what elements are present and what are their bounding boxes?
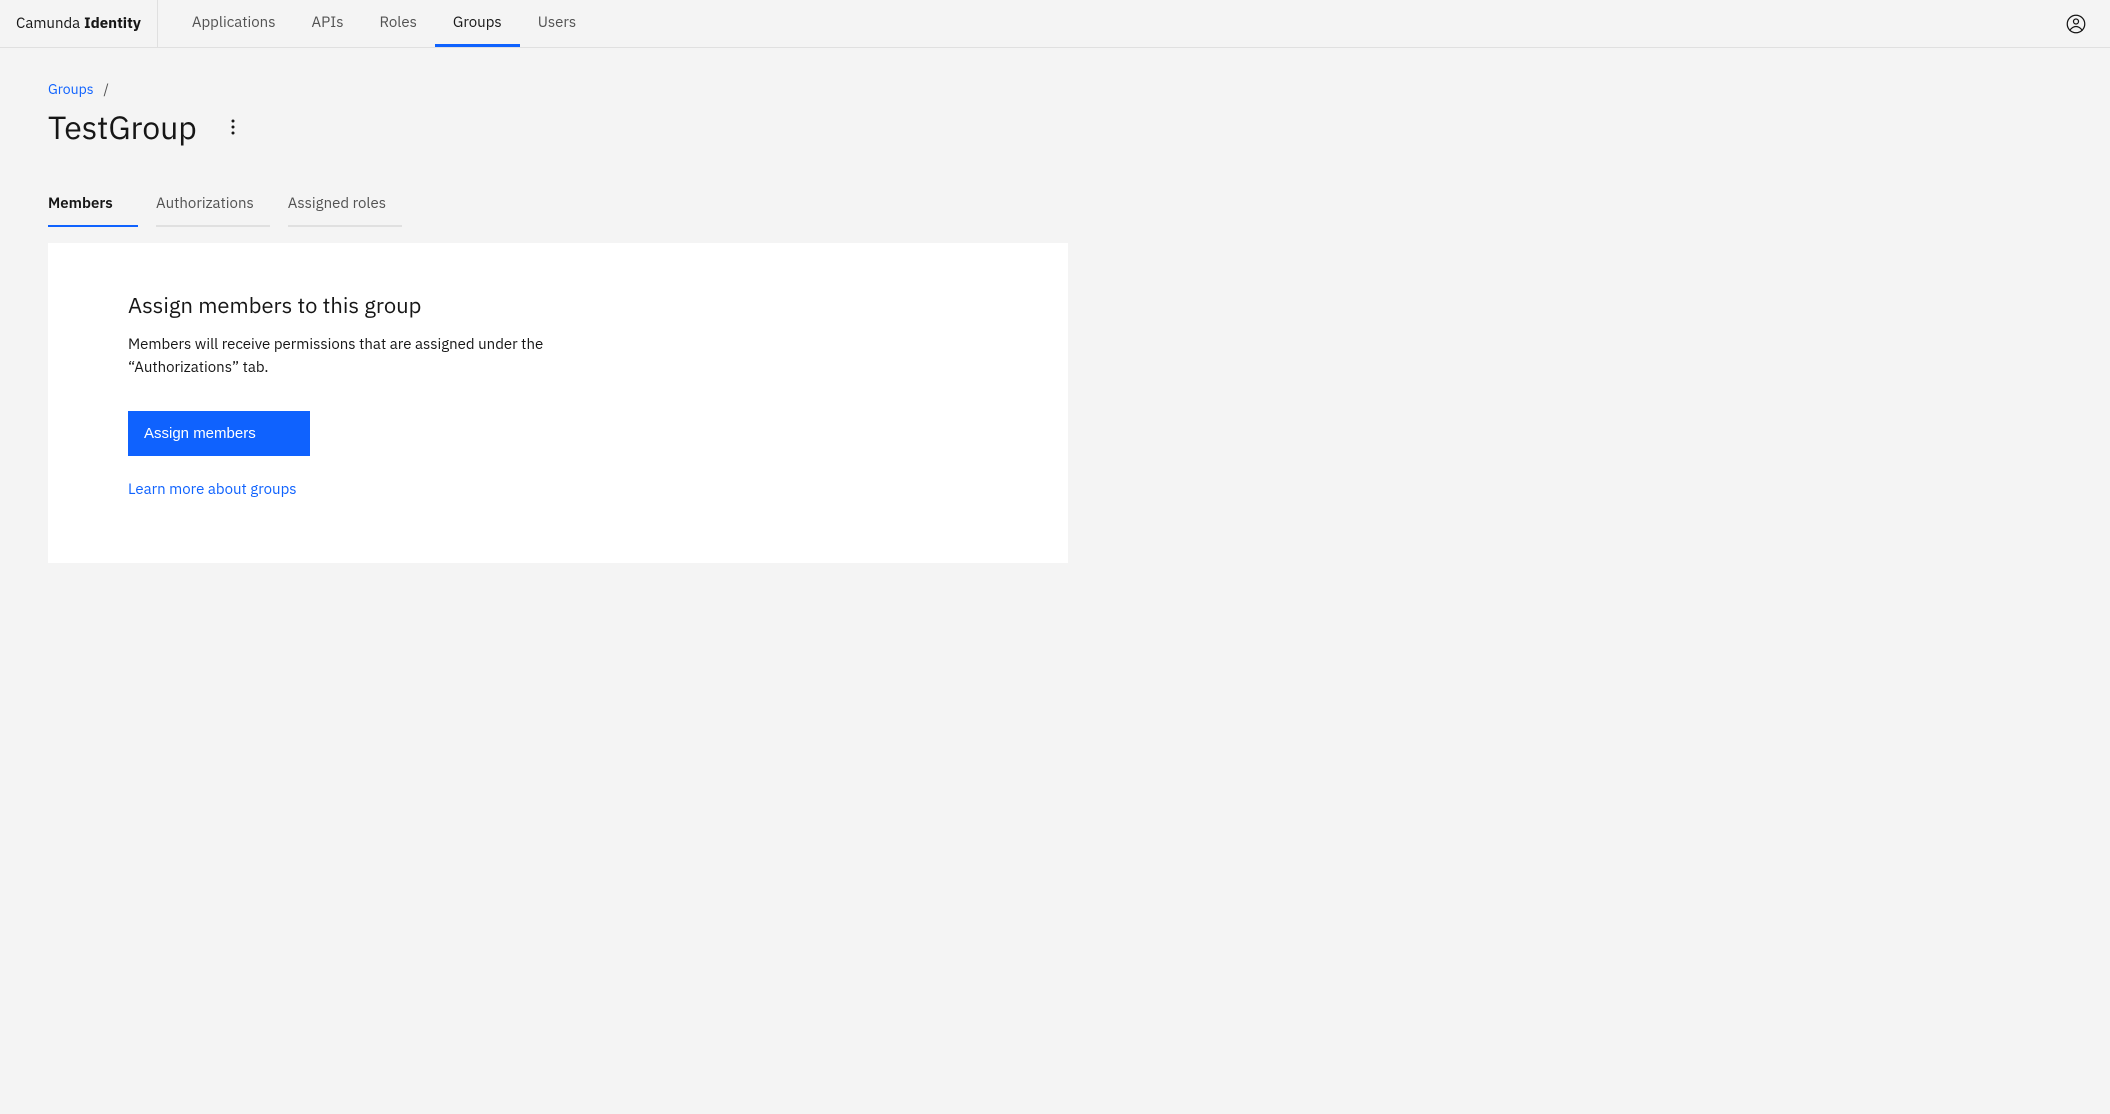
learn-more-link[interactable]: Learn more about groups bbox=[128, 480, 297, 499]
empty-state-heading: Assign members to this group bbox=[128, 291, 648, 320]
title-row: TestGroup bbox=[48, 106, 2062, 148]
overflow-menu-button[interactable] bbox=[217, 111, 249, 143]
empty-state-description: Members will receive permissions that ar… bbox=[128, 334, 648, 379]
empty-state: Assign members to this group Members wil… bbox=[128, 291, 648, 499]
nav-groups[interactable]: Groups bbox=[435, 0, 520, 47]
tab-authorizations[interactable]: Authorizations bbox=[156, 184, 270, 227]
nav-applications[interactable]: Applications bbox=[174, 0, 294, 47]
page-content: Groups / TestGroup Members Authorization… bbox=[0, 48, 2110, 595]
nav-roles[interactable]: Roles bbox=[362, 0, 435, 47]
sub-tabs: Members Authorizations Assigned roles bbox=[48, 184, 2062, 227]
brand-name: Identity bbox=[84, 14, 141, 33]
spacer bbox=[594, 0, 2058, 47]
page-title: TestGroup bbox=[48, 106, 197, 148]
tab-members[interactable]: Members bbox=[48, 184, 138, 227]
user-icon bbox=[2066, 14, 2086, 34]
brand: Camunda Identity bbox=[16, 0, 158, 47]
brand-prefix: Camunda bbox=[16, 14, 80, 33]
breadcrumb: Groups / bbox=[48, 80, 2062, 98]
main-nav: Applications APIs Roles Groups Users bbox=[174, 0, 594, 47]
breadcrumb-separator: / bbox=[104, 80, 109, 98]
nav-apis[interactable]: APIs bbox=[294, 0, 362, 47]
top-header: Camunda Identity Applications APIs Roles… bbox=[0, 0, 2110, 48]
user-menu-button[interactable] bbox=[2058, 0, 2094, 47]
breadcrumb-groups-link[interactable]: Groups bbox=[48, 80, 94, 98]
members-panel: Assign members to this group Members wil… bbox=[48, 243, 1068, 563]
assign-members-button[interactable]: Assign members bbox=[128, 411, 310, 456]
nav-users[interactable]: Users bbox=[520, 0, 595, 47]
overflow-icon bbox=[231, 119, 235, 135]
tab-assigned-roles[interactable]: Assigned roles bbox=[288, 184, 402, 227]
